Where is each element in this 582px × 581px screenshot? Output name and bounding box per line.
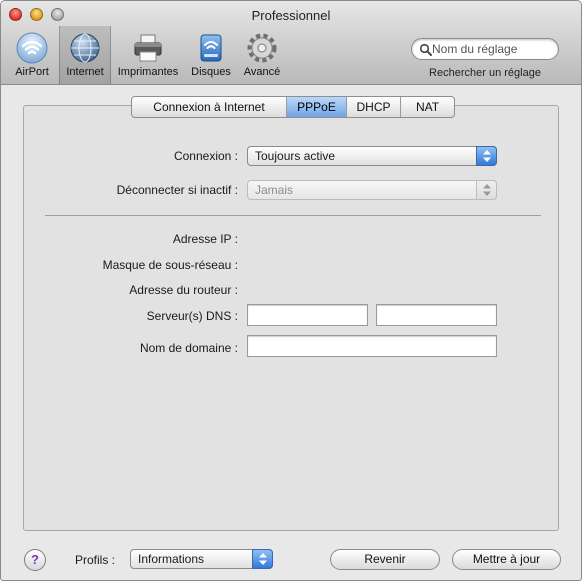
profiles-label: Profils : xyxy=(75,553,116,567)
search-input[interactable] xyxy=(432,41,554,57)
search-icon xyxy=(419,43,432,56)
connection-popup[interactable]: Toujours active xyxy=(247,146,497,166)
search-caption: Rechercher un réglage xyxy=(429,67,541,79)
connection-label: Connexion : xyxy=(173,149,238,163)
search-field[interactable] xyxy=(411,38,559,60)
disconnect-idle-popup[interactable]: Jamais xyxy=(247,180,497,200)
profiles-popup[interactable]: Informations xyxy=(130,549,273,569)
disks-icon xyxy=(200,34,222,62)
airport-icon xyxy=(16,32,48,64)
tab-bar: Connexion à Internet PPPoE DHCP NAT xyxy=(131,96,455,118)
toolbar-label: AirPort xyxy=(15,66,49,78)
domain-name-field[interactable] xyxy=(247,335,497,357)
gear-icon xyxy=(247,33,277,63)
tab-dhcp[interactable]: DHCP xyxy=(347,97,401,117)
ip-address-label: Adresse IP : xyxy=(172,232,238,246)
printer-icon xyxy=(134,34,162,62)
window: Professionnel AirPort Internet Imprimant… xyxy=(0,0,582,581)
toolbar-label: Disques xyxy=(191,66,231,78)
popup-arrows-icon xyxy=(476,180,497,200)
profiles-value: Informations xyxy=(138,552,205,566)
toolbar-item-advanced[interactable]: Avancé xyxy=(239,26,285,84)
toolbar-label: Internet xyxy=(66,66,104,78)
help-button[interactable]: ? xyxy=(24,549,46,571)
domain-name-label: Nom de domaine : xyxy=(139,341,238,355)
popup-arrows-icon xyxy=(252,549,273,569)
popup-arrows-icon xyxy=(476,146,497,166)
tab-pppoe[interactable]: PPPoE xyxy=(287,97,347,117)
toolbar-item-printers[interactable]: Imprimantes xyxy=(114,26,182,84)
section-divider xyxy=(45,215,541,216)
connection-value: Toujours active xyxy=(255,149,336,163)
window-title: Professionnel xyxy=(251,8,331,23)
disconnect-idle-value: Jamais xyxy=(255,183,294,197)
dns-servers-label: Serveur(s) DNS : xyxy=(146,309,238,323)
internet-globe-icon xyxy=(70,33,100,63)
tab-nat[interactable]: NAT xyxy=(401,97,454,117)
router-address-label: Adresse du routeur : xyxy=(129,283,238,297)
disconnect-if-idle-label: Déconnecter si inactif : xyxy=(116,183,238,197)
subnet-mask-label: Masque de sous-réseau : xyxy=(102,258,238,272)
toolbar-label: Avancé xyxy=(243,66,281,78)
tab-internet-connection[interactable]: Connexion à Internet xyxy=(132,97,287,117)
help-question-icon: ? xyxy=(31,552,39,567)
toolbar-item-disks[interactable]: Disques xyxy=(187,26,235,84)
update-button[interactable]: Mettre à jour xyxy=(452,549,561,570)
dns-server-1-field[interactable] xyxy=(247,304,368,326)
dns-server-2-field[interactable] xyxy=(376,304,497,326)
toolbar: Professionnel AirPort Internet Imprimant… xyxy=(1,1,581,85)
toolbar-item-airport[interactable]: AirPort xyxy=(9,26,55,84)
revert-button[interactable]: Revenir xyxy=(330,549,440,570)
toolbar-label: Imprimantes xyxy=(117,66,179,78)
toolbar-item-internet[interactable]: Internet xyxy=(59,26,111,84)
